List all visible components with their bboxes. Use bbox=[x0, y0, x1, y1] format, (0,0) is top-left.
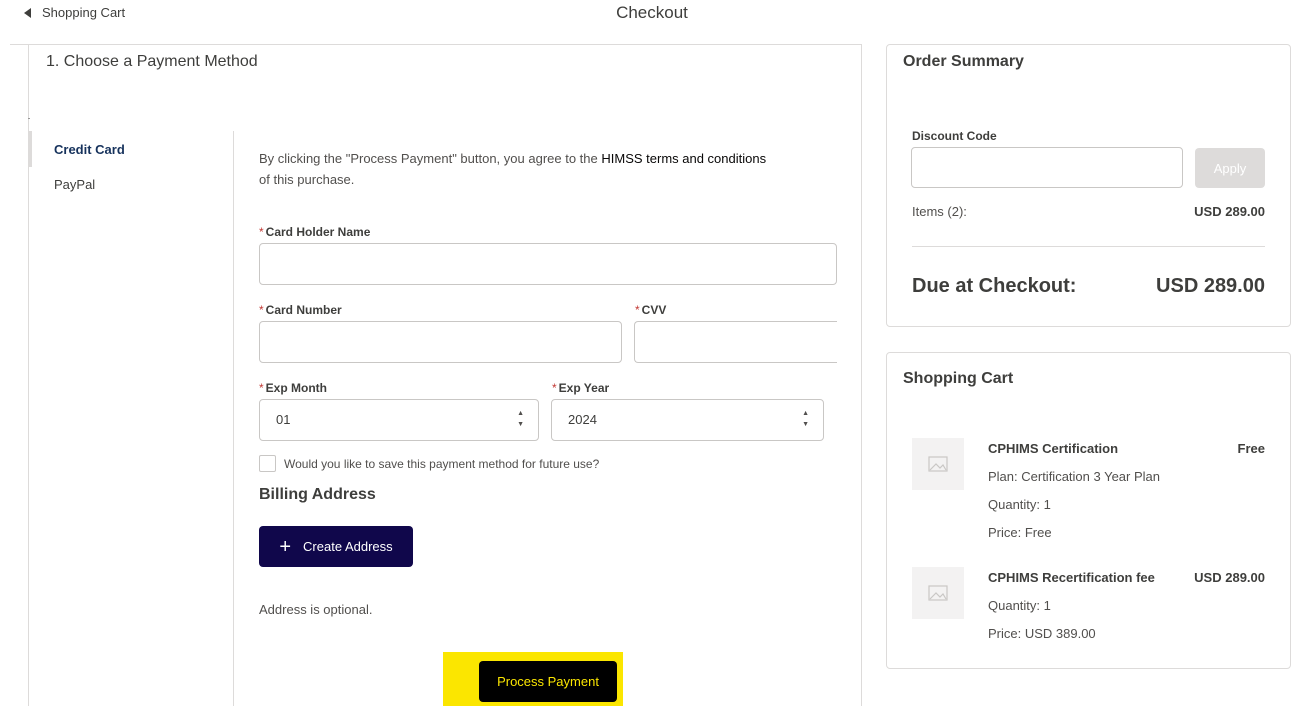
cart-item-quantity: Quantity: 1 bbox=[988, 598, 1051, 613]
required-mark: * bbox=[552, 381, 557, 395]
header-divider bbox=[10, 44, 862, 45]
process-payment-button[interactable]: Process Payment bbox=[479, 661, 617, 702]
tab-credit-card[interactable]: Credit Card bbox=[54, 142, 125, 157]
save-method-label: Would you like to save this payment meth… bbox=[284, 456, 600, 471]
terms-link[interactable]: HIMSS terms and conditions bbox=[601, 151, 766, 166]
card-holder-input[interactable] bbox=[259, 243, 837, 285]
items-total: USD 289.00 bbox=[1194, 204, 1265, 219]
items-count-label: Items (2): bbox=[912, 204, 967, 219]
tabs-divider bbox=[233, 131, 234, 706]
required-mark: * bbox=[259, 225, 264, 239]
save-method-checkbox[interactable] bbox=[259, 455, 276, 472]
terms-suffix: of this purchase. bbox=[259, 172, 355, 187]
cart-item-price: Free bbox=[1237, 441, 1265, 456]
shopping-cart-title: Shopping Cart bbox=[903, 370, 1014, 387]
cart-item-name: CPHIMS Recertification fee bbox=[988, 570, 1155, 585]
exp-month-select[interactable]: 01 ▲ ▼ bbox=[259, 399, 539, 441]
discount-code-label: Discount Code bbox=[912, 129, 997, 143]
card-number-input[interactable] bbox=[259, 321, 622, 363]
terms-prefix: By clicking the "Process Payment" button… bbox=[259, 151, 602, 166]
create-address-label: Create Address bbox=[303, 539, 393, 554]
plus-icon: + bbox=[279, 535, 292, 558]
cart-item-plan: Plan: Certification 3 Year Plan bbox=[988, 469, 1160, 484]
image-placeholder-icon bbox=[928, 456, 948, 472]
select-arrows-icon: ▲ ▼ bbox=[802, 410, 809, 428]
shopping-cart-card bbox=[886, 352, 1291, 669]
terms-text: By clicking the "Process Payment" button… bbox=[259, 148, 819, 190]
cart-item-unit-price: Price: Free bbox=[988, 525, 1052, 540]
cart-item-quantity: Quantity: 1 bbox=[988, 497, 1051, 512]
apply-discount-button[interactable]: Apply bbox=[1195, 148, 1265, 188]
exp-month-label: * Exp Month bbox=[259, 381, 327, 395]
exp-year-value: 2024 bbox=[568, 412, 597, 427]
payment-panel-border-right bbox=[861, 44, 862, 706]
required-mark: * bbox=[259, 381, 264, 395]
cart-item-unit-price: Price: USD 389.00 bbox=[988, 626, 1096, 641]
payment-section-title: 1. Choose a Payment Method bbox=[46, 53, 258, 70]
page-title: Checkout bbox=[616, 3, 688, 22]
active-tab-indicator bbox=[28, 131, 32, 167]
cart-item-image bbox=[912, 438, 964, 490]
summary-divider bbox=[912, 246, 1265, 247]
select-arrows-icon: ▲ ▼ bbox=[517, 410, 524, 428]
cvv-input[interactable] bbox=[634, 321, 837, 363]
save-method-option[interactable]: Would you like to save this payment meth… bbox=[259, 455, 599, 472]
due-at-checkout-label: Due at Checkout: bbox=[912, 275, 1077, 297]
required-mark: * bbox=[259, 303, 264, 317]
required-mark: * bbox=[635, 303, 640, 317]
cvv-label: * CVV bbox=[635, 303, 667, 317]
divider-mark bbox=[28, 118, 30, 119]
exp-year-select[interactable]: 2024 ▲ ▼ bbox=[551, 399, 824, 441]
cart-item-price: USD 289.00 bbox=[1194, 570, 1265, 585]
tab-paypal[interactable]: PayPal bbox=[54, 177, 95, 192]
cart-item-image bbox=[912, 567, 964, 619]
card-holder-label: * Card Holder Name bbox=[259, 225, 371, 239]
order-summary-title: Order Summary bbox=[903, 53, 1024, 70]
billing-address-title: Billing Address bbox=[259, 486, 376, 503]
cart-item-name: CPHIMS Certification bbox=[988, 441, 1119, 456]
exp-year-label: * Exp Year bbox=[552, 381, 610, 395]
create-address-button[interactable]: + Create Address bbox=[259, 526, 413, 567]
exp-month-value: 01 bbox=[276, 412, 291, 427]
address-optional-note: Address is optional. bbox=[259, 602, 373, 617]
image-placeholder-icon bbox=[928, 585, 948, 601]
due-at-checkout-total: USD 289.00 bbox=[1156, 275, 1265, 297]
card-number-label: * Card Number bbox=[259, 303, 342, 317]
discount-code-input[interactable] bbox=[911, 147, 1183, 188]
